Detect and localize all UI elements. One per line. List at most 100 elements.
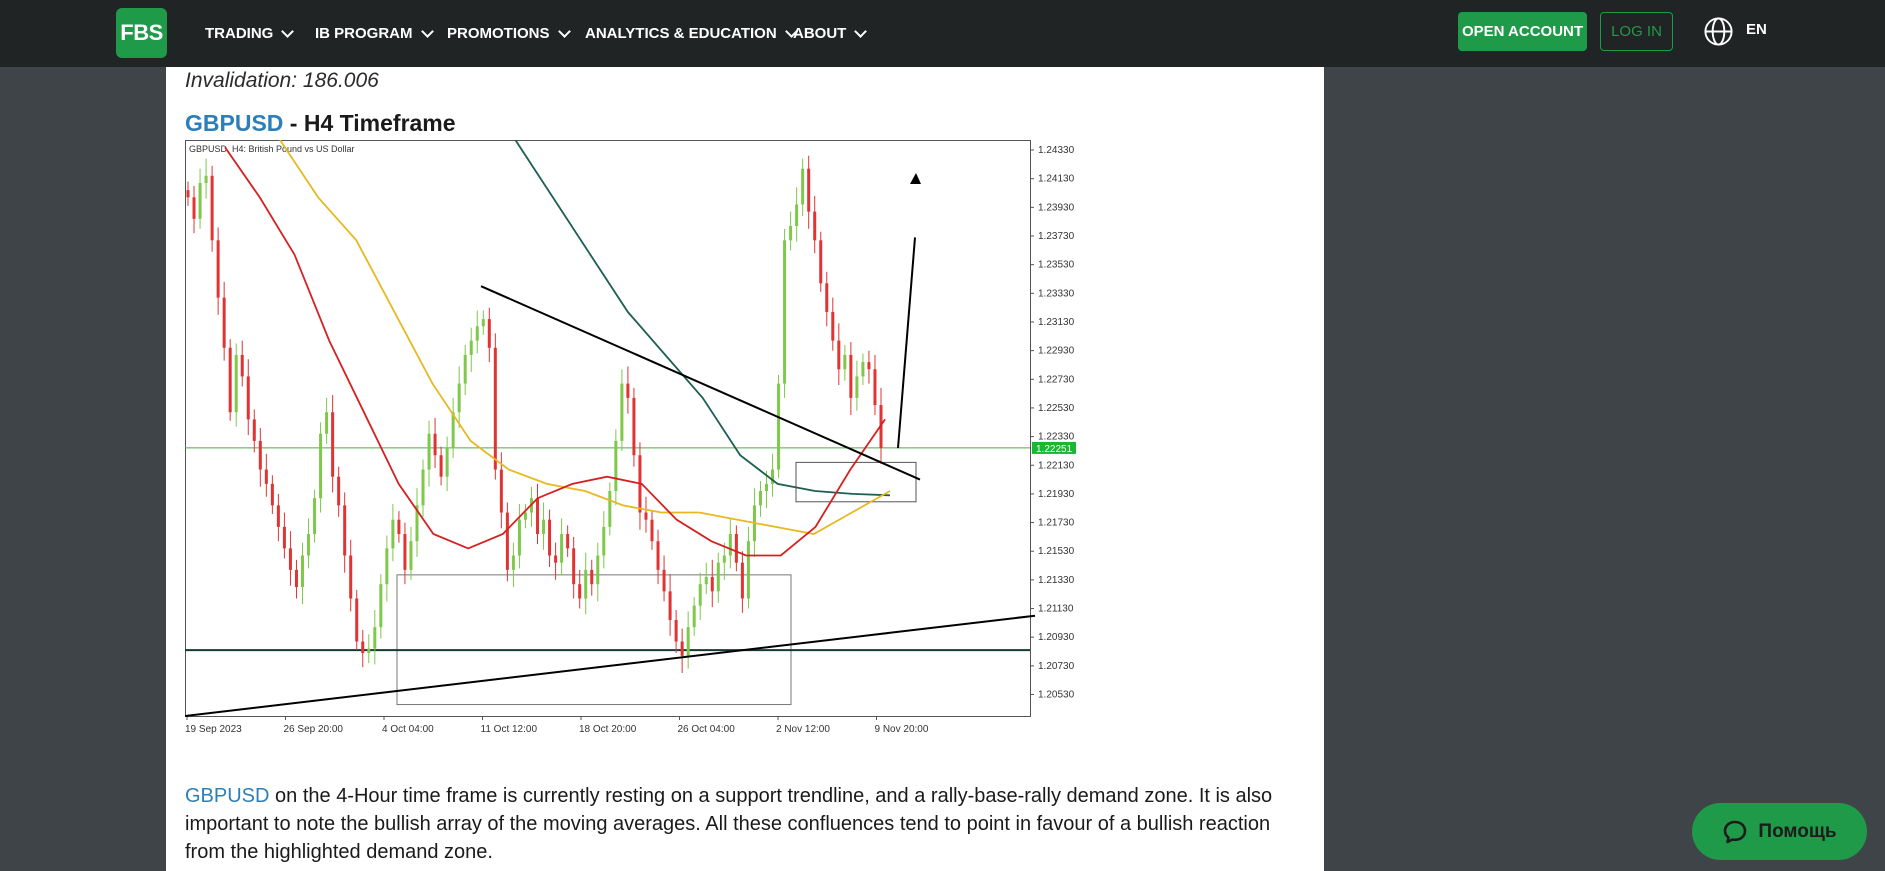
y-tick-label: 1.22130 — [1038, 460, 1075, 471]
nav-trading[interactable]: TRADING — [205, 0, 295, 67]
y-tick-label: 1.23530 — [1038, 260, 1075, 271]
heading-pair-link[interactable]: GBPUSD — [185, 110, 283, 136]
candle-body — [819, 240, 823, 284]
candle-body — [686, 627, 690, 656]
candle-body — [270, 483, 274, 506]
candle-body — [813, 211, 817, 241]
candle-body — [777, 383, 781, 470]
candle-body — [445, 448, 449, 477]
candle-body — [584, 569, 588, 599]
candle-body — [186, 190, 190, 198]
candle-body — [560, 534, 564, 563]
candle-body — [228, 347, 232, 413]
candle-body — [222, 297, 226, 348]
candle-body — [349, 555, 353, 599]
candle-body — [626, 383, 630, 398]
nav-promotions[interactable]: PROMOTIONS — [447, 0, 571, 67]
candle-body — [590, 569, 594, 585]
candle-body — [319, 433, 323, 499]
nav-about-label: ABOUT — [793, 25, 847, 42]
candle-body — [487, 319, 491, 348]
help-chat-button[interactable]: Помощь — [1692, 803, 1867, 860]
candle-body — [282, 526, 286, 549]
y-tick-label: 1.22930 — [1038, 346, 1075, 357]
globe-icon[interactable] — [1703, 16, 1734, 47]
candle-body — [554, 555, 558, 563]
y-tick-label: 1.21730 — [1038, 518, 1075, 529]
chart-title: GBPUSD, H4: British Pound vs US Dollar — [189, 144, 355, 154]
candle-body — [258, 440, 262, 470]
nav-analytics-education-label: ANALYTICS & EDUCATION — [585, 25, 777, 42]
candle-body — [849, 354, 853, 398]
chart-svg: GBPUSD, H4: British Pound vs US Dollar 1.… — [184, 0, 1076, 735]
candle-body — [566, 534, 570, 549]
candle-body — [385, 548, 389, 585]
candle-body — [367, 648, 371, 653]
x-tick-label: 11 Oct 12:00 — [481, 724, 538, 735]
candle-body — [668, 591, 672, 620]
chevron-down-icon — [420, 24, 434, 38]
candle-body — [608, 491, 612, 527]
body-pair-link[interactable]: GBPUSD — [185, 785, 269, 807]
candle-body — [807, 168, 811, 212]
candle-body — [795, 204, 799, 226]
y-tick-label: 1.20930 — [1038, 632, 1075, 643]
candle-body — [511, 555, 515, 570]
candle-body — [457, 383, 461, 413]
candle-body — [837, 340, 841, 370]
candle-body — [204, 175, 208, 183]
candle-body — [264, 469, 268, 484]
candle-body — [403, 534, 407, 570]
y-tick-label: 1.22330 — [1038, 432, 1075, 443]
y-tick-label: 1.22530 — [1038, 403, 1075, 414]
y-tick-label: 1.21330 — [1038, 575, 1075, 586]
x-tick-label: 2 Nov 12:00 — [776, 724, 830, 735]
heading-timeframe: - H4 Timeframe — [283, 110, 456, 136]
y-tick-label: 1.23730 — [1038, 231, 1075, 242]
candle-body — [355, 598, 359, 642]
chevron-down-icon — [557, 24, 571, 38]
candle-body — [300, 555, 304, 588]
nav-ib-program[interactable]: IB PROGRAM — [315, 0, 434, 67]
y-tick-label: 1.23330 — [1038, 288, 1075, 299]
candle-body — [379, 584, 383, 628]
candle-body — [469, 340, 473, 355]
candle-body — [505, 512, 509, 570]
candle-body — [499, 469, 503, 513]
candle-body — [873, 369, 877, 406]
candle-body — [192, 197, 196, 219]
candle-body — [234, 354, 238, 413]
candle-body — [427, 433, 431, 470]
fbs-logo[interactable]: FBS — [116, 8, 167, 58]
candle-body — [674, 620, 678, 642]
nav-about[interactable]: ABOUT — [793, 0, 868, 67]
candle-body — [523, 512, 527, 520]
candle-body — [578, 584, 582, 599]
candle-body — [288, 548, 292, 570]
candle-body — [421, 469, 425, 506]
analysis-paragraph: GBPUSD on the 4-Hour time frame is curre… — [185, 782, 1295, 866]
candle-body — [789, 225, 793, 241]
body-text: on the 4-Hour time frame is currently re… — [185, 785, 1273, 863]
login-button[interactable]: LOG IN — [1600, 12, 1673, 51]
y-tick-label: 1.24330 — [1038, 145, 1075, 156]
chevron-down-icon — [281, 24, 295, 38]
nav-promotions-label: PROMOTIONS — [447, 25, 550, 42]
candle-body — [481, 319, 485, 327]
nav-ib-program-label: IB PROGRAM — [315, 25, 413, 42]
y-tick-label: 1.21130 — [1038, 604, 1074, 615]
language-selector[interactable]: EN — [1746, 21, 1767, 38]
candle-body — [572, 548, 576, 585]
chat-bubble-icon — [1724, 820, 1747, 843]
candle-body — [276, 505, 280, 527]
nav-analytics-education[interactable]: ANALYTICS & EDUCATION — [585, 0, 798, 67]
open-account-button[interactable]: OPEN ACCOUNT — [1458, 12, 1587, 51]
candle-body — [662, 569, 666, 592]
candle-body — [475, 326, 479, 341]
x-tick-label: 26 Sep 20:00 — [284, 724, 344, 735]
candle-body — [728, 534, 732, 556]
candle-body — [825, 283, 829, 312]
candle-body — [801, 168, 805, 205]
candle-body — [313, 498, 317, 535]
candle-body — [536, 498, 540, 535]
